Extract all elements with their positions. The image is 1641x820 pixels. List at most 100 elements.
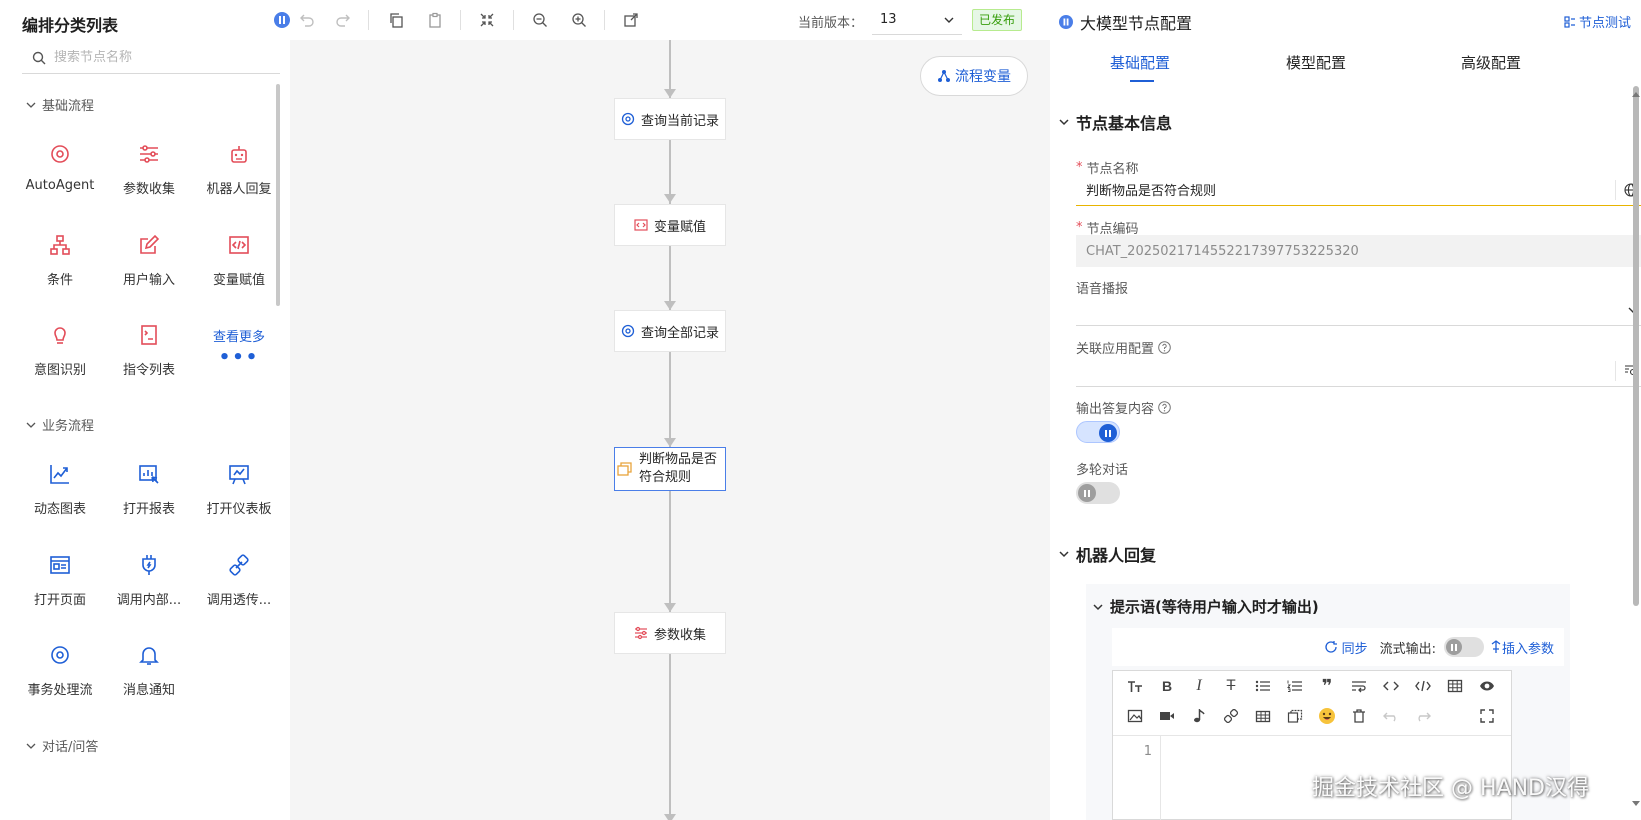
node-message-notify[interactable]: 消息通知	[104, 641, 194, 698]
node-dynamic-chart[interactable]: 动态图表	[15, 460, 105, 517]
node-transaction-flow[interactable]: 事务处理流	[15, 641, 105, 698]
voice-broadcast-select[interactable]	[1076, 294, 1641, 326]
node-name-field[interactable]: 判断物品是否符合规则	[1076, 174, 1641, 206]
flow-variables-label: 流程变量	[955, 69, 1011, 85]
code-block-icon[interactable]	[1407, 673, 1439, 699]
output-reply-toggle[interactable]	[1076, 421, 1120, 443]
toggle-knob	[1445, 639, 1462, 655]
node-condition[interactable]: 条件	[15, 231, 105, 288]
redo-button[interactable]	[333, 10, 353, 30]
flow-connector-line	[669, 40, 671, 820]
group-header-business[interactable]: 业务流程	[26, 415, 94, 434]
video-icon[interactable]	[1151, 703, 1183, 729]
linked-app-field[interactable]	[1076, 355, 1641, 387]
audio-icon[interactable]	[1183, 703, 1215, 729]
export-button[interactable]	[621, 10, 641, 30]
paste-button[interactable]	[425, 10, 445, 30]
zoom-out-button[interactable]	[530, 10, 550, 30]
version-select[interactable]: 13	[872, 5, 962, 35]
refresh-icon	[1324, 641, 1337, 653]
wrap-icon[interactable]	[1343, 673, 1375, 699]
multi-turn-toggle[interactable]	[1076, 482, 1120, 504]
node-autoagent[interactable]: AutoAgent	[15, 140, 105, 193]
quote-icon[interactable]: ❞	[1311, 673, 1343, 699]
panel-scrollbar[interactable]	[1633, 86, 1639, 606]
plug-icon	[138, 551, 160, 579]
insert-param-button[interactable]: 插入参数	[1490, 638, 1554, 657]
node-open-page[interactable]: 打开页面	[15, 551, 105, 608]
undo-button[interactable]	[297, 10, 317, 30]
fit-view-button[interactable]	[477, 10, 497, 30]
pause-circle-icon	[274, 12, 290, 28]
tab-advanced-config[interactable]: 高级配置	[1461, 52, 1521, 73]
flow-node-query-current[interactable]: 查询当前记录	[614, 98, 726, 140]
help-icon[interactable]	[1158, 401, 1171, 414]
stream-output-toggle[interactable]	[1443, 637, 1484, 657]
node-param-collect[interactable]: 参数收集	[104, 140, 194, 197]
node-robot-reply[interactable]: 机器人回复	[194, 140, 284, 197]
sync-button[interactable]: 同步	[1324, 638, 1368, 657]
version-label: 当前版本：	[798, 16, 864, 31]
layout-icon[interactable]	[1279, 703, 1311, 729]
flow-node-label: 查询当前记录	[640, 113, 719, 129]
pause-circle-icon[interactable]	[1058, 14, 1074, 30]
tab-model-config[interactable]: 模型配置	[1286, 52, 1346, 73]
node-call-passthrough[interactable]: 调用透传...	[194, 551, 284, 608]
font-size-icon[interactable]	[1119, 673, 1151, 699]
section-robot-reply-header[interactable]: 机器人回复	[1058, 542, 1156, 566]
node-search-input[interactable]	[54, 50, 274, 65]
chevron-down-icon	[944, 17, 954, 23]
italic-icon[interactable]: I	[1183, 673, 1215, 699]
flow-node-var-assign[interactable]: 变量赋值	[614, 204, 726, 246]
scroll-down-icon[interactable]	[1631, 800, 1641, 808]
group-header-basic[interactable]: 基础流程	[26, 95, 94, 114]
target-icon	[49, 641, 71, 669]
prompt-subsection-header[interactable]: 提示语(等待用户输入时才输出)	[1092, 596, 1319, 617]
group-header-dialog[interactable]: 对话/问答	[26, 736, 98, 755]
flow-node-label: 判断物品是否 符合规则	[639, 451, 717, 487]
emoji-icon[interactable]	[1311, 703, 1343, 729]
scroll-up-icon[interactable]	[1631, 90, 1641, 98]
tab-basic-config[interactable]: 基础配置	[1110, 52, 1170, 73]
ordered-list-icon[interactable]	[1279, 673, 1311, 699]
link-icon[interactable]	[1215, 703, 1247, 729]
node-label: 参数收集	[122, 182, 175, 197]
node-open-dashboard[interactable]: 打开仪表板	[194, 460, 284, 517]
layers-icon	[617, 462, 632, 476]
view-more-link[interactable]: 查看更多 •••	[194, 326, 284, 367]
fullscreen-icon[interactable]	[1471, 703, 1503, 729]
node-search-box[interactable]	[22, 42, 280, 74]
required-mark: *	[1076, 160, 1083, 175]
inline-code-icon[interactable]	[1375, 673, 1407, 699]
node-intent[interactable]: 意图识别	[15, 321, 105, 378]
chevron-down-icon	[26, 422, 36, 428]
bold-icon[interactable]: B	[1151, 673, 1183, 699]
editor-undo-icon[interactable]	[1375, 703, 1407, 729]
node-call-internal[interactable]: 调用内部...	[104, 551, 194, 608]
node-user-input[interactable]: 用户输入	[104, 231, 194, 288]
flow-canvas[interactable]: 流程变量 查询当前记录 变量赋值 查询全部记录 判断物品是否 符合规则 参数收集	[290, 40, 1050, 820]
section-basic-info-header[interactable]: 节点基本信息	[1058, 110, 1172, 134]
node-var-assign[interactable]: 变量赋值	[194, 231, 284, 288]
editor-redo-icon[interactable]	[1407, 703, 1439, 729]
delete-icon[interactable]	[1343, 703, 1375, 729]
flow-node-param-collect[interactable]: 参数收集	[614, 612, 726, 654]
node-test-button[interactable]: 节点测试	[1564, 12, 1631, 31]
flow-node-label-line: 符合规则	[639, 470, 692, 485]
help-icon[interactable]	[1158, 341, 1171, 354]
copy-button[interactable]	[386, 10, 406, 30]
collapse-left-button[interactable]	[272, 10, 292, 30]
node-command-list[interactable]: 指令列表	[104, 321, 194, 378]
zoom-in-button[interactable]	[569, 10, 589, 30]
flow-node-llm-judge[interactable]: 判断物品是否 符合规则	[614, 447, 726, 491]
flow-node-query-all[interactable]: 查询全部记录	[614, 310, 726, 352]
sync-label: 同步	[1341, 641, 1368, 657]
preview-eye-icon[interactable]	[1471, 673, 1503, 699]
insert-table-icon[interactable]	[1247, 703, 1279, 729]
node-open-report[interactable]: 打开报表	[104, 460, 194, 517]
table-icon[interactable]	[1439, 673, 1471, 699]
bullet-list-icon[interactable]	[1247, 673, 1279, 699]
flow-variables-button[interactable]: 流程变量	[920, 56, 1028, 96]
image-icon[interactable]	[1119, 703, 1151, 729]
strikethrough-icon[interactable]: T	[1215, 673, 1247, 699]
